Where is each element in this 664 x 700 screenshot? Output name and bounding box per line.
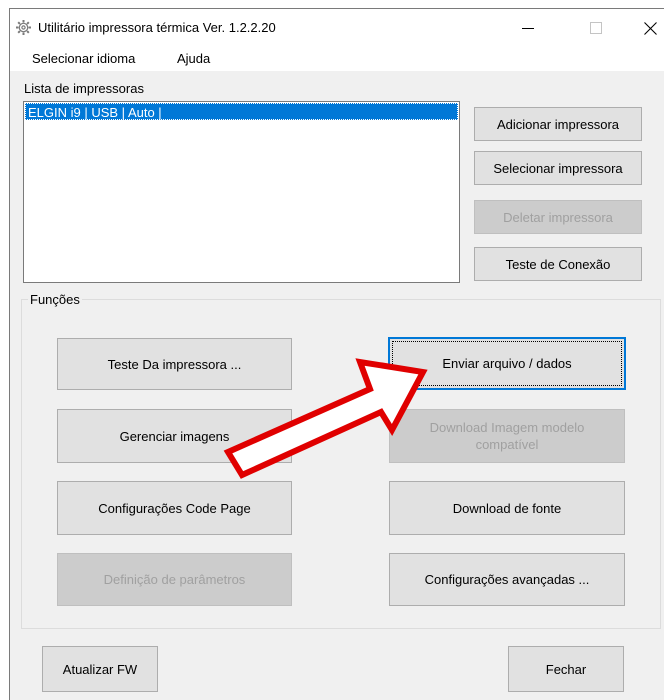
gear-icon — [15, 19, 32, 36]
printer-list-item-selected[interactable]: ELGIN i9 | USB | Auto | — [25, 103, 458, 120]
manage-images-button[interactable]: Gerenciar imagens — [57, 409, 292, 463]
code-page-settings-button[interactable]: Configurações Code Page — [57, 481, 292, 535]
maximize-button — [573, 9, 619, 47]
code-page-settings-label: Configurações Code Page — [98, 500, 251, 516]
app-window: Utilitário impressora térmica Ver. 1.2.2… — [9, 8, 664, 700]
delete-printer-label: Deletar impressora — [503, 209, 613, 225]
minimize-icon — [522, 28, 534, 29]
minimize-button[interactable] — [505, 9, 551, 47]
printer-test-label: Teste Da impressora ... — [107, 356, 242, 372]
printer-test-button[interactable]: Teste Da impressora ... — [57, 338, 292, 390]
advanced-settings-label: Configurações avançadas ... — [424, 572, 590, 587]
parameter-definition-button: Definição de parâmetros — [57, 553, 292, 606]
advanced-settings-button[interactable]: Configurações avançadas ... — [389, 553, 625, 606]
add-printer-button[interactable]: Adicionar impressora — [474, 107, 642, 141]
maximize-icon — [590, 22, 602, 34]
title-bar[interactable]: Utilitário impressora térmica Ver. 1.2.2… — [10, 9, 664, 47]
select-printer-label: Selecionar impressora — [493, 160, 623, 176]
select-printer-button[interactable]: Selecionar impressora — [474, 151, 642, 185]
printer-list[interactable]: ELGIN i9 | USB | Auto | — [23, 101, 460, 283]
add-printer-label: Adicionar impressora — [496, 116, 620, 132]
window-title: Utilitário impressora térmica Ver. 1.2.2… — [38, 20, 276, 35]
printer-list-label: Lista de impressoras — [24, 81, 144, 96]
manage-images-label: Gerenciar imagens — [119, 428, 230, 444]
test-connection-label: Teste de Conexão — [505, 256, 611, 272]
functions-group-label: Funções — [28, 292, 82, 307]
close-button[interactable] — [627, 9, 664, 47]
menu-help[interactable]: Ajuda — [177, 51, 210, 66]
menu-bar: Selecionar idioma Ajuda — [10, 47, 664, 71]
download-template-image-button: Download Imagem modelo compatível — [389, 409, 625, 463]
close-dialog-button[interactable]: Fechar — [508, 646, 624, 692]
delete-printer-button: Deletar impressora — [474, 200, 642, 234]
parameter-definition-label: Definição de parâmetros — [103, 572, 246, 587]
send-file-button[interactable]: Enviar arquivo / dados — [388, 337, 626, 390]
close-icon — [643, 21, 657, 35]
download-template-image-label: Download Imagem modelo compatível — [429, 420, 585, 452]
update-firmware-label: Atualizar FW — [62, 661, 138, 677]
focus-rectangle — [392, 341, 622, 386]
update-firmware-button[interactable]: Atualizar FW — [42, 646, 158, 692]
download-font-button[interactable]: Download de fonte — [389, 481, 625, 535]
close-dialog-label: Fechar — [545, 661, 587, 677]
test-connection-button[interactable]: Teste de Conexão — [474, 247, 642, 281]
menu-select-language[interactable]: Selecionar idioma — [32, 51, 135, 66]
download-font-label: Download de fonte — [452, 500, 562, 516]
